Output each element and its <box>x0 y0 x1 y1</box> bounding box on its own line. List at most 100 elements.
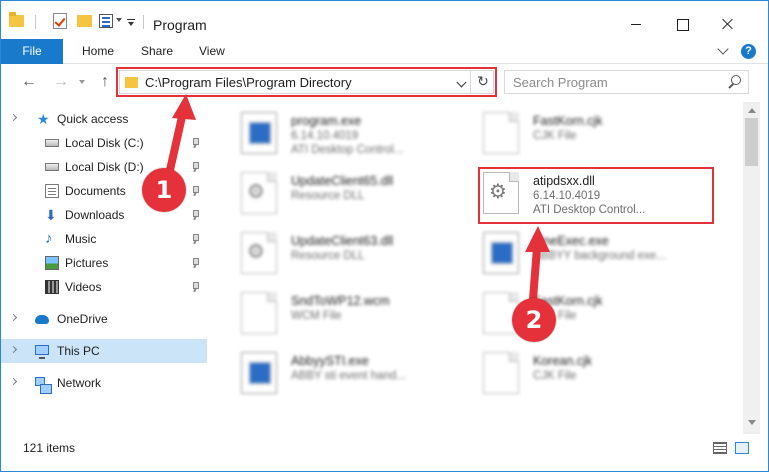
step-1-marker: 1 <box>142 168 186 212</box>
file-name: SndToWP12.wcm <box>291 294 390 308</box>
sidebar-item-label: Pictures <box>65 256 109 270</box>
file-name: UpdateClient63.dll <box>291 234 394 248</box>
star-icon <box>37 112 51 126</box>
window-title: Program <box>153 17 207 33</box>
forward-arrow-icon[interactable]: → <box>53 74 69 90</box>
toolbar-separator <box>35 15 36 29</box>
downloads-icon <box>45 208 59 222</box>
sidebar-item-this-pc[interactable]: This PC <box>1 339 207 363</box>
large-icons-view-icon[interactable] <box>735 442 749 454</box>
pin-icon[interactable] <box>191 258 199 267</box>
sidebar-item-quick-access[interactable]: Quick access <box>1 107 207 131</box>
file-item[interactable]: FastKorn.cjk CJK File <box>463 106 703 160</box>
status-bar: 121 items <box>1 434 768 471</box>
scroll-down-icon[interactable] <box>748 420 756 425</box>
pin-icon[interactable] <box>191 186 199 195</box>
minimize-button[interactable] <box>613 7 659 37</box>
pin-icon[interactable] <box>191 210 199 219</box>
chevron-right-icon[interactable] <box>9 377 18 386</box>
sidebar-item-label: Documents <box>65 184 126 198</box>
file-description: ABBYY background exe... <box>533 250 666 262</box>
file-item[interactable]: Korean.cjk CJK File <box>463 346 703 400</box>
search-input[interactable]: Search Program <box>504 70 749 94</box>
expand-ribbon-icon[interactable] <box>717 43 729 55</box>
file-item[interactable]: program.exe 6.14.10.4019 ATI Desktop Con… <box>221 106 461 160</box>
recent-locations-icon[interactable] <box>79 80 85 84</box>
search-icon[interactable] <box>731 75 741 85</box>
network-icon <box>35 377 52 394</box>
sidebar-item-label: Downloads <box>65 208 125 222</box>
chevron-right-icon[interactable] <box>9 345 18 354</box>
pin-icon[interactable] <box>191 162 199 171</box>
toolbar-separator <box>143 15 144 29</box>
drive-icon <box>45 139 59 147</box>
music-icon <box>45 232 59 246</box>
sidebar-item-label: Music <box>65 232 97 246</box>
pin-icon[interactable] <box>191 234 199 243</box>
cloud-icon <box>35 315 49 324</box>
tab-share[interactable]: Share <box>141 39 173 64</box>
file-name: FastKorn.cjk <box>533 114 603 128</box>
sidebar-item-label: Local Disk (D:) <box>65 160 144 174</box>
tab-view[interactable]: View <box>199 39 225 64</box>
file-version: 6.14.10.4019 <box>291 130 359 142</box>
ribbon-tabs: File Home Share View ? <box>1 39 768 64</box>
sidebar-item-label: Videos <box>65 280 102 294</box>
chevron-right-icon[interactable] <box>9 113 18 122</box>
tab-home[interactable]: Home <box>82 39 114 64</box>
file-description: ATI Desktop Control... <box>291 144 404 156</box>
maximize-button[interactable] <box>659 7 705 37</box>
chevron-right-icon[interactable] <box>9 313 18 322</box>
sidebar-item-videos[interactable]: Videos <box>1 275 207 299</box>
file-name: Korean.cjk <box>533 354 593 368</box>
file-type: WCM File <box>291 310 342 322</box>
sidebar-item-local-disk-c[interactable]: Local Disk (C:) <box>1 131 207 155</box>
help-icon[interactable]: ? <box>741 44 756 59</box>
up-arrow-icon[interactable]: ↑ <box>97 74 113 90</box>
file-name: AbbyySTI.exe <box>291 354 369 368</box>
address-highlight-box <box>116 67 497 97</box>
document-file-icon <box>483 352 519 394</box>
file-item[interactable]: SndToWP12.wcm WCM File <box>221 286 461 340</box>
dll-file-icon <box>241 232 277 274</box>
scrollbar-thumb[interactable] <box>745 118 758 166</box>
pin-icon[interactable] <box>191 282 199 291</box>
close-button[interactable] <box>705 7 751 37</box>
file-item[interactable]: UpdateClient63.dll Resource DLL <box>221 226 461 280</box>
file-item[interactable]: FineExec.exe ABBYY background exe... <box>463 226 703 280</box>
documents-icon <box>45 184 59 198</box>
exe-file-icon <box>241 112 277 154</box>
file-highlight-box <box>478 167 714 224</box>
drive-icon <box>45 163 59 171</box>
file-name: program.exe <box>291 114 362 128</box>
videos-icon <box>45 280 59 294</box>
title-bar: Program <box>1 1 768 39</box>
file-item[interactable]: AbbyySTI.exe ABBY sti event hand... <box>221 346 461 400</box>
details-view-icon[interactable] <box>713 442 727 454</box>
pin-icon[interactable] <box>191 138 199 147</box>
scroll-up-icon[interactable] <box>748 108 756 113</box>
sidebar-item-pictures[interactable]: Pictures <box>1 251 207 275</box>
back-arrow-icon[interactable]: ← <box>21 74 37 90</box>
sidebar-item-network[interactable]: Network <box>1 371 207 395</box>
new-folder-icon[interactable] <box>77 15 92 27</box>
file-item[interactable]: FastKorn.cjk CJK File <box>463 286 703 340</box>
search-placeholder: Search Program <box>513 75 608 90</box>
document-file-icon <box>241 292 277 334</box>
chevron-down-icon[interactable] <box>116 18 122 22</box>
sidebar-item-onedrive[interactable]: OneDrive <box>1 307 207 331</box>
file-name: FineExec.exe <box>533 234 609 248</box>
file-item[interactable]: UpdateClient65.dll Resource DLL <box>221 166 461 220</box>
properties-check-icon[interactable] <box>53 13 67 29</box>
exe-file-icon <box>483 232 519 274</box>
customize-toolbar-icon[interactable] <box>127 19 135 26</box>
properties-icon[interactable] <box>99 14 113 28</box>
vertical-scrollbar[interactable] <box>743 102 760 434</box>
sidebar-item-label: OneDrive <box>57 312 108 326</box>
item-count: 121 items <box>23 441 76 455</box>
sidebar-item-label: Local Disk (C:) <box>65 136 144 150</box>
file-type: CJK File <box>533 130 577 142</box>
file-list: program.exe 6.14.10.4019 ATI Desktop Con… <box>207 102 743 434</box>
sidebar-item-music[interactable]: Music <box>1 227 207 251</box>
tab-file[interactable]: File <box>1 39 63 64</box>
